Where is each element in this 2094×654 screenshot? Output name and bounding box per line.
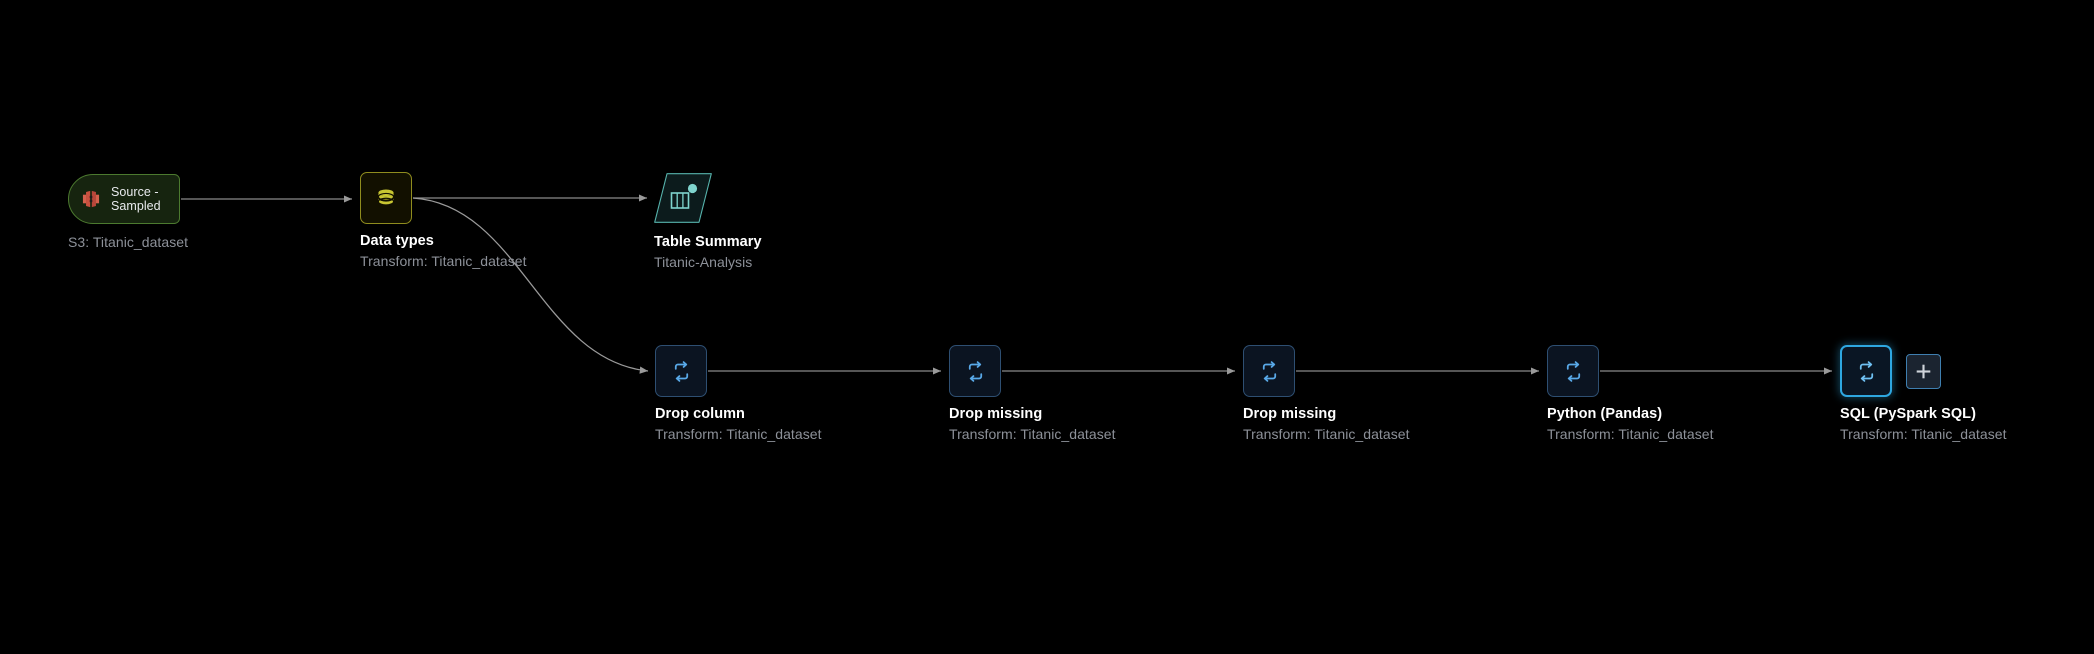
node-title: Data types xyxy=(360,233,434,249)
s3-bucket-icon xyxy=(82,190,100,208)
node-title: SQL (PySpark SQL) xyxy=(1840,406,1976,422)
parallelogram-shape xyxy=(654,173,712,223)
node-subtitle: Transform: Titanic_dataset xyxy=(949,426,1116,442)
edge-layer xyxy=(181,194,1832,375)
node-subtitle: Transform: Titanic_dataset xyxy=(360,253,527,269)
transform-cycle-icon xyxy=(674,360,688,382)
node-subtitle: Transform: Titanic_dataset xyxy=(1243,426,1410,442)
node-subtitle: S3: Titanic_dataset xyxy=(68,234,189,250)
transform-cycle-icon xyxy=(1262,360,1276,382)
add-step-button[interactable] xyxy=(1906,354,1941,389)
node-label-group: SQL (PySpark SQL) Transform: Titanic_dat… xyxy=(1840,405,2007,444)
transform-node-shape[interactable] xyxy=(949,345,1001,397)
table-summary-node-shape[interactable] xyxy=(654,173,712,223)
node-title: Drop missing xyxy=(1243,406,1337,422)
flow-canvas[interactable]: Source - Sampled S3: Titanic_dataset Dat… xyxy=(0,0,2094,654)
data-types-node-shape[interactable] xyxy=(360,172,412,224)
transform-node-shape[interactable] xyxy=(1547,345,1599,397)
transform-cycle-icon xyxy=(1566,360,1580,382)
node-label-group: Drop column Transform: Titanic_dataset xyxy=(655,405,822,444)
edge-datatypes-to-dropcolumn xyxy=(412,197,649,374)
node-subtitle: Transform: Titanic_dataset xyxy=(655,426,822,442)
node-label-group: Table Summary Titanic-Analysis xyxy=(654,233,762,272)
source-node-badge-label: Source - Sampled xyxy=(111,184,161,214)
transform-node-shape-selected[interactable] xyxy=(1840,345,1892,397)
node-title: Table Summary xyxy=(654,234,762,250)
node-label-group: Data types Transform: Titanic_dataset xyxy=(360,232,527,271)
source-node-shape[interactable]: Source - Sampled xyxy=(68,174,180,224)
transform-node-shape[interactable] xyxy=(655,345,707,397)
node-subtitle: Titanic-Analysis xyxy=(654,254,753,270)
node-title: Drop missing xyxy=(949,406,1043,422)
database-stack-icon xyxy=(377,189,395,206)
node-label-group: Drop missing Transform: Titanic_dataset xyxy=(949,405,1116,444)
transform-cycle-icon xyxy=(968,360,982,382)
node-title: Python (Pandas) xyxy=(1547,406,1663,422)
node-subtitle: Transform: Titanic_dataset xyxy=(1840,426,2007,442)
node-subtitle: Transform: Titanic_dataset xyxy=(1547,426,1714,442)
transform-cycle-icon xyxy=(1859,360,1873,382)
plus-icon xyxy=(1916,364,1931,379)
node-title: Drop column xyxy=(655,406,745,422)
transform-node-shape[interactable] xyxy=(1243,345,1295,397)
node-label-group: Drop missing Transform: Titanic_dataset xyxy=(1243,405,1410,444)
node-label-group: Python (Pandas) Transform: Titanic_datas… xyxy=(1547,405,1714,444)
node-label-group: S3: Titanic_dataset xyxy=(68,232,188,252)
